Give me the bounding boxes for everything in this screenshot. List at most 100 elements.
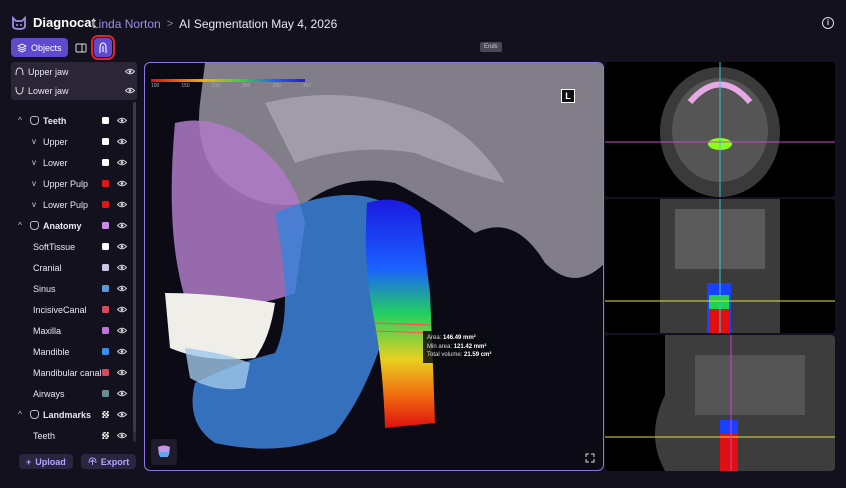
sidebar-scrollbar[interactable] <box>133 102 136 442</box>
tree-label: Cranial <box>33 262 62 273</box>
pattern-swatch[interactable] <box>102 411 109 418</box>
coronal-slice-view[interactable] <box>605 199 835 333</box>
tree-group-landmarks[interactable]: ^ Landmarks <box>11 404 137 425</box>
info-icon[interactable]: i <box>822 17 834 29</box>
eye-icon[interactable] <box>117 327 127 334</box>
chevron-up-icon[interactable]: ^ <box>15 410 25 419</box>
tree-item-teeth[interactable]: Teeth <box>11 425 137 446</box>
color-swatch[interactable] <box>102 243 109 250</box>
sidebar-actions: + Upload Export <box>19 454 137 469</box>
breadcrumb-user[interactable]: Linda Norton <box>92 17 161 31</box>
chevron-down-icon[interactable]: v <box>29 179 39 188</box>
eye-icon[interactable] <box>125 68 135 75</box>
upload-button[interactable]: + Upload <box>19 454 73 469</box>
area-label: Area: <box>427 335 442 341</box>
view-cube-button[interactable] <box>151 439 177 465</box>
expand-icon[interactable] <box>585 453 595 463</box>
logo[interactable]: Diagnocat <box>11 15 96 30</box>
tree-item-maxilla[interactable]: Maxilla <box>11 320 137 341</box>
export-button[interactable]: Export <box>80 454 137 469</box>
chevron-up-icon[interactable]: ^ <box>15 221 25 230</box>
eye-icon[interactable] <box>125 87 135 94</box>
eye-icon[interactable] <box>117 138 127 145</box>
scale-label: 150 <box>181 83 190 89</box>
lower-jaw-label: Lower jaw <box>28 85 69 96</box>
eye-icon[interactable] <box>117 306 127 313</box>
total-volume-label: Total volume: <box>427 352 463 358</box>
page-title: AI Segmentation May 4, 2026 <box>179 17 338 31</box>
plus-icon: + <box>26 456 32 467</box>
color-swatch[interactable] <box>102 222 109 229</box>
tree-label: Landmarks <box>43 409 92 420</box>
chevron-down-icon[interactable]: v <box>29 158 39 167</box>
tree-item-lower-pulp[interactable]: v Lower Pulp <box>11 194 137 215</box>
color-swatch[interactable] <box>102 348 109 355</box>
eye-icon[interactable] <box>117 201 127 208</box>
eye-icon[interactable] <box>117 411 127 418</box>
skull-icon <box>30 221 39 230</box>
eye-icon[interactable] <box>117 369 127 376</box>
eye-icon[interactable] <box>117 432 127 439</box>
color-swatch[interactable] <box>102 390 109 397</box>
color-swatch[interactable] <box>102 201 109 208</box>
eye-icon[interactable] <box>117 180 127 187</box>
eye-icon[interactable] <box>117 159 127 166</box>
airway-tool-button[interactable] <box>90 35 115 60</box>
airway-icon <box>98 41 107 53</box>
sagittal-slice-view[interactable] <box>605 335 835 471</box>
color-swatch[interactable] <box>102 138 109 145</box>
tree-label: Mandible <box>33 346 70 357</box>
color-swatch[interactable] <box>102 264 109 271</box>
tree-item-upper-pulp[interactable]: v Upper Pulp <box>11 173 137 194</box>
color-swatch[interactable] <box>102 117 109 124</box>
tree-item-sinus[interactable]: Sinus <box>11 278 137 299</box>
chevron-down-icon[interactable]: v <box>29 137 39 146</box>
color-swatch[interactable] <box>102 285 109 292</box>
export-icon <box>88 457 97 465</box>
tree-label: IncisiveCanal <box>33 304 87 315</box>
lower-jaw-row[interactable]: Lower jaw <box>11 81 137 100</box>
color-swatch[interactable] <box>102 159 109 166</box>
tree-item-softtissue[interactable]: SoftTissue <box>11 236 137 257</box>
tree-item-lower[interactable]: v Lower <box>11 152 137 173</box>
panel-layout-button[interactable] <box>72 38 90 57</box>
eye-icon[interactable] <box>117 285 127 292</box>
color-swatch[interactable] <box>102 180 109 187</box>
tree-group-teeth[interactable]: ^ Teeth <box>11 110 137 131</box>
upper-jaw-row[interactable]: Upper jaw <box>11 62 137 81</box>
diagnocat-logo-icon <box>12 15 26 30</box>
color-swatch[interactable] <box>102 306 109 313</box>
tree-item-upper[interactable]: v Upper <box>11 131 137 152</box>
scrollbar-thumb[interactable] <box>133 102 136 432</box>
color-swatch[interactable] <box>102 369 109 376</box>
tree-item-incisivecanal[interactable]: IncisiveCanal <box>11 299 137 320</box>
tree-label: Lower <box>43 157 68 168</box>
eye-icon[interactable] <box>117 264 127 271</box>
upper-jaw-icon <box>15 67 24 76</box>
eye-icon[interactable] <box>117 222 127 229</box>
pattern-swatch[interactable] <box>102 432 109 439</box>
objects-button[interactable]: Objects <box>11 38 68 57</box>
axial-slice-view[interactable] <box>605 62 835 197</box>
eye-icon[interactable] <box>117 390 127 397</box>
landmark-icon <box>30 410 39 419</box>
export-label: Export <box>100 456 130 467</box>
eye-icon[interactable] <box>117 243 127 250</box>
color-swatch[interactable] <box>102 327 109 334</box>
breadcrumb: Linda Norton > AI Segmentation May 4, 20… <box>92 17 337 31</box>
tree-item-mandible[interactable]: Mandible <box>11 341 137 362</box>
chevron-up-icon[interactable]: ^ <box>15 116 25 125</box>
tree-group-anatomy[interactable]: ^ Anatomy <box>11 215 137 236</box>
tree-label: Mandibular canal <box>33 367 102 378</box>
tree-item-mandibular-canal[interactable]: Mandibular canal <box>11 362 137 383</box>
layers-icon <box>17 42 27 53</box>
eye-icon[interactable] <box>117 117 127 124</box>
tree-item-airways[interactable]: Airways <box>11 383 137 404</box>
objects-sidebar: Upper jaw Lower jaw ^ Teeth v Upper v Lower v U… <box>11 62 137 446</box>
scale-label: 250 <box>241 83 251 89</box>
tree-label: Upper <box>43 136 68 147</box>
eye-icon[interactable] <box>117 348 127 355</box>
tree-item-cranial[interactable]: Cranial <box>11 257 137 278</box>
3d-viewport[interactable]: 100 150 200 250 300 350 L Area: 146.49 m… <box>144 62 604 471</box>
chevron-down-icon[interactable]: v <box>29 200 39 209</box>
